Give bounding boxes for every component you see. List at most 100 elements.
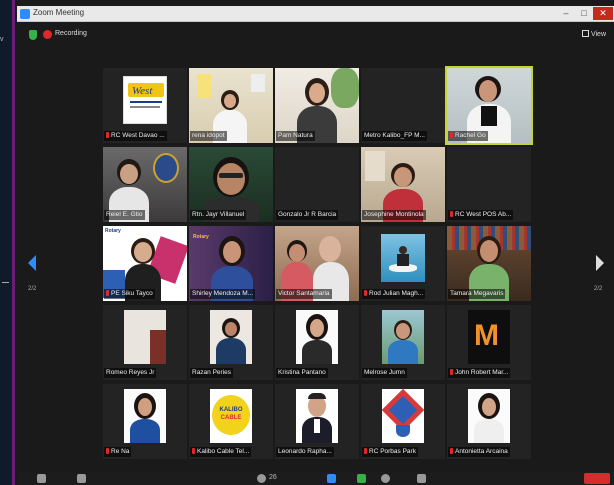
video-tile[interactable]: RC Porbas Park: [361, 384, 445, 459]
muted-mic-icon: [192, 448, 195, 454]
participant-name: Tamara Megavaris: [448, 289, 506, 299]
video-tile[interactable]: rena idopot: [189, 68, 273, 143]
video-tile[interactable]: Leonardo Rapha...: [275, 384, 359, 459]
strip-dash: [2, 282, 9, 283]
video-feed: [124, 389, 166, 443]
video-tile[interactable]: KALIBO CABLE Kalibo Cable Tel...: [189, 384, 273, 459]
participant-name: Gonzalo Jr R Barcia: [276, 210, 339, 220]
previous-page-button[interactable]: [28, 255, 38, 271]
video-tile[interactable]: Melrose Jumn: [361, 305, 445, 380]
video-tile[interactable]: Kristina Pantano: [275, 305, 359, 380]
participant-name: Pam Natura: [276, 131, 315, 141]
video-tile[interactable]: Gonzalo Jr R Barcia: [275, 147, 359, 222]
participant-name: Rtn. Jayr Villanuel: [190, 210, 247, 220]
video-tile[interactable]: Pam Natura: [275, 68, 359, 143]
participant-name: Metro Kalibo_FP M...: [362, 131, 427, 141]
video-feed: [381, 234, 425, 282]
video-camera-icon[interactable]: [77, 474, 86, 483]
video-tile[interactable]: Razan Peries: [189, 305, 273, 380]
share-screen-icon[interactable]: [357, 474, 366, 483]
video-tile-active-speaker[interactable]: Rachel Go: [445, 66, 533, 145]
recording-label: Recording: [55, 30, 87, 37]
muted-mic-icon: [450, 448, 453, 454]
m-logo-icon: M: [474, 319, 499, 352]
logo-text-kalibo: KALIBO: [219, 407, 243, 413]
participant-name: Re Na: [104, 447, 132, 457]
end-meeting-button[interactable]: [584, 473, 610, 484]
video-tile[interactable]: Rod Julian Magh...: [361, 226, 445, 301]
participant-name: Romeo Reyes Jr: [104, 368, 157, 378]
security-shield-icon[interactable]: [29, 30, 37, 40]
kalibo-cable-logo: KALIBO CABLE: [210, 389, 252, 443]
muted-mic-icon: [106, 132, 109, 138]
reactions-icon[interactable]: [417, 474, 426, 483]
window-accent-border: [12, 0, 15, 485]
close-icon[interactable]: ✕: [593, 7, 613, 20]
muted-mic-icon: [364, 290, 367, 296]
participant-name: Leonardo Rapha...: [276, 447, 334, 457]
record-icon[interactable]: [381, 474, 390, 483]
video-tile[interactable]: Metro Kalibo_FP M...: [361, 68, 445, 143]
video-tile[interactable]: Tamara Megavaris: [447, 226, 531, 301]
club-logo: West: [123, 76, 167, 124]
video-tile[interactable]: Rotary PE Siku Tayco: [103, 226, 187, 301]
muted-mic-icon: [106, 448, 109, 454]
microphone-icon[interactable]: [37, 474, 46, 483]
muted-mic-icon: [450, 132, 453, 138]
video-tile[interactable]: Rotary Shirley Mendoza M...: [189, 226, 273, 301]
participants-count: 26: [269, 474, 277, 481]
view-label: View: [590, 31, 606, 38]
participant-name: PE Siku Tayco: [104, 289, 155, 299]
logo-text-cable: CABLE: [220, 415, 242, 421]
participant-name: Rachel Go: [448, 131, 488, 141]
video-tile[interactable]: M John Robert Mar...: [447, 305, 531, 380]
rotary-logo-text: Rotary: [193, 234, 209, 240]
participant-name: Antonietta Arcaina: [448, 447, 510, 457]
next-page-button[interactable]: [596, 255, 606, 271]
muted-mic-icon: [106, 290, 109, 296]
video-tile[interactable]: Josephine Montinola: [361, 147, 445, 222]
video-tile[interactable]: Romeo Reyes Jr: [103, 305, 187, 380]
club-logo: [382, 389, 424, 443]
page-indicator-left: 2/2: [28, 286, 37, 292]
participant-name: RC West POS Ab...: [448, 210, 514, 220]
video-feed: [296, 310, 338, 364]
video-tile[interactable]: Rtn. Jayr Villanuel: [189, 147, 273, 222]
brand-logo: M: [468, 310, 510, 364]
video-tile[interactable]: Victor Santamaria: [275, 226, 359, 301]
meeting-controls-bar: 26: [17, 472, 614, 485]
participant-name: Melrose Jumn: [362, 368, 407, 378]
meeting-topbar: Recording View: [17, 24, 614, 46]
muted-mic-icon: [364, 448, 367, 454]
participant-name: Victor Santamaria: [276, 289, 332, 299]
video-tile[interactable]: Antonietta Arcaina: [447, 384, 531, 459]
participants-icon[interactable]: [257, 474, 266, 483]
participant-name: Josephine Montinola: [362, 210, 426, 220]
minimize-icon[interactable]: –: [558, 7, 574, 20]
page-indicator-right: 2/2: [594, 286, 603, 292]
zoom-logo-icon: [20, 9, 30, 19]
grid-view-icon: [581, 30, 589, 37]
video-feed: [468, 389, 510, 443]
participant-name: rena idopot: [190, 131, 227, 141]
video-tile[interactable]: RC West POS Ab...: [447, 147, 531, 222]
logo-text: West: [132, 85, 153, 97]
maximize-icon[interactable]: □: [576, 7, 592, 20]
video-tile[interactable]: Reiel E. Gtio: [103, 147, 187, 222]
chevron-right-icon: [596, 255, 604, 271]
video-feed: [124, 310, 166, 364]
view-button[interactable]: View: [581, 30, 606, 38]
video-tile[interactable]: West RC West Davao ...: [103, 68, 187, 143]
window-titlebar[interactable]: Zoom Meeting – □ ✕: [17, 6, 614, 22]
video-feed: [296, 389, 338, 443]
video-feed: [210, 310, 252, 364]
chevron-left-icon: [28, 255, 36, 271]
video-gallery: West RC West Davao ... rena idopot Pam N…: [103, 66, 533, 459]
participant-name: Reiel E. Gtio: [104, 210, 145, 220]
rotary-logo-text: Rotary: [105, 228, 121, 234]
participant-name: RC West Davao ...: [104, 131, 167, 141]
background-window-strip: v: [0, 0, 15, 485]
video-tile[interactable]: Re Na: [103, 384, 187, 459]
participant-name: RC Porbas Park: [362, 447, 418, 457]
chat-icon[interactable]: [327, 474, 336, 483]
